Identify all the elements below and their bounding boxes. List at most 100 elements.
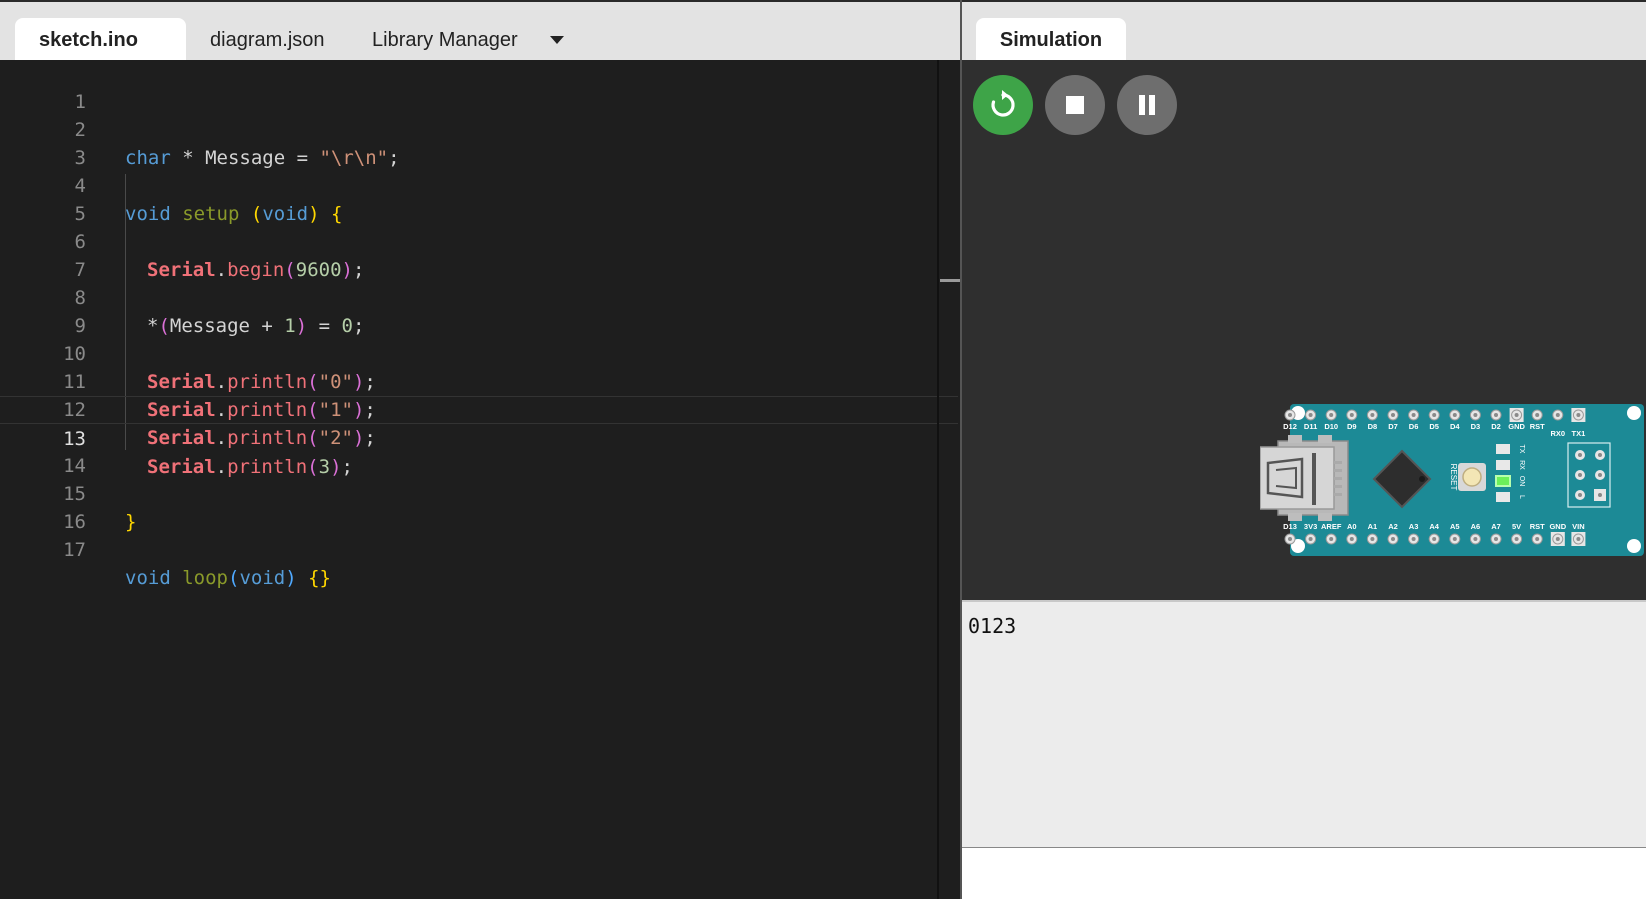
code-editor[interactable]: 1 2 char * Message = "\r\n"; 3 4 void se… (0, 60, 960, 899)
code-line-4: 4 void setup (void) { (0, 144, 958, 225)
pin-rst-hole (1535, 537, 1540, 541)
pin-a7-hole (1494, 537, 1498, 541)
pin-label-d13: D13 (1283, 522, 1297, 531)
simulation-canvas[interactable]: D12 D11 D10 D9 D8 D7 D6 D5 D4 D3 D2 GND RST RX0 TX1 D1… (962, 60, 1646, 600)
pin-label-a7: A7 (1491, 522, 1501, 531)
stop-icon (1066, 96, 1084, 114)
pin-d2-hole (1494, 413, 1498, 417)
code-line-8: 8 *(Message + 1) = 0; (0, 256, 958, 337)
pin-rx0-hole (1555, 413, 1560, 417)
pin-label-gnd: GND (1549, 522, 1566, 531)
pin-d6-hole (1411, 413, 1416, 417)
pin-a2-hole (1391, 537, 1395, 541)
l-led (1496, 492, 1510, 502)
rx-led (1496, 460, 1510, 470)
tab-diagram-json[interactable]: diagram.json (210, 18, 325, 62)
rx-label: RX (1518, 460, 1525, 470)
pin-a5-hole (1452, 537, 1457, 541)
pin-label-a3: A3 (1409, 522, 1419, 531)
tab-library-manager[interactable]: Library Manager (372, 18, 518, 62)
stop-simulation-button[interactable] (1045, 75, 1105, 135)
usb-connector (1260, 435, 1349, 521)
code-line-5: 5 (0, 172, 958, 225)
code-line-14: 14 (0, 424, 958, 477)
editor-tab-bar: sketch.ino diagram.json Library Manager (0, 0, 960, 89)
code-text: void loop(void) {} (125, 567, 331, 589)
pin-label-3v3: 3V3 (1304, 522, 1317, 531)
reset-label: RESET (1449, 464, 1458, 491)
tab-sketch-ino[interactable]: sketch.ino (15, 18, 186, 89)
code-line-13-current: 13 Serial.println(3); (0, 396, 958, 478)
pause-icon (1139, 95, 1155, 115)
pin-d11-hole (1308, 413, 1313, 417)
tab-simulation[interactable]: Simulation (976, 18, 1126, 62)
pin-aref-hole (1329, 537, 1334, 541)
arduino-nano-board[interactable]: D12 D11 D10 D9 D8 D7 D6 D5 D4 D3 D2 GND RST RX0 TX1 D1… (1260, 403, 1644, 557)
pin-rst-hole (1535, 413, 1540, 417)
tab-diagram-label: diagram.json (210, 29, 325, 51)
pin-label-a2: A2 (1388, 522, 1398, 531)
pin-label-d11: D11 (1304, 422, 1317, 431)
pin-label-a4: A4 (1429, 522, 1439, 531)
pin-label-d2: D2 (1491, 422, 1501, 431)
pin-a6-hole (1473, 537, 1478, 541)
pin-label-d5: D5 (1429, 422, 1439, 431)
pin-a0-hole (1349, 537, 1354, 541)
code-line-3: 3 (0, 116, 958, 169)
pause-simulation-button[interactable] (1117, 75, 1177, 135)
tab-sketch-label: sketch.ino (39, 29, 138, 51)
pin-label-d8: D8 (1368, 422, 1378, 431)
pin-label-d9: D9 (1347, 422, 1357, 431)
restart-simulation-button[interactable] (973, 75, 1033, 135)
code-line-17: 17 void loop(void) {} (0, 508, 958, 589)
pin-label-d4: D4 (1450, 422, 1460, 431)
pin-label-a0: A0 (1347, 522, 1357, 531)
l-label: L (1518, 495, 1525, 499)
pin-label-d6: D6 (1409, 422, 1419, 431)
simulation-pane: Simulation D12 D11 D10 D9 D8 D7 D6 D5 D4… (960, 0, 1646, 899)
pin-label-a1: A1 (1368, 522, 1378, 531)
tabs-dropdown-icon[interactable] (550, 36, 564, 44)
pin-label-rst: RST (1530, 422, 1545, 431)
pin-d12-hole (1288, 413, 1292, 417)
pin-label-aref: AREF (1321, 522, 1342, 531)
pin-label-rst: RST (1530, 522, 1545, 531)
serial-monitor-output: 0123 (962, 600, 1646, 847)
code-line-11: 11 Serial.println("1"); (0, 340, 958, 421)
pin-d8-hole (1370, 413, 1375, 417)
code-line-6: 6 Serial.begin(9600); (0, 200, 958, 281)
pin-label-a6: A6 (1471, 522, 1481, 531)
editor-scrollbar[interactable] (937, 60, 939, 899)
pin-5v-hole (1514, 537, 1519, 541)
pin-d10-hole (1329, 413, 1334, 417)
pin-tx1-hole (1576, 413, 1581, 417)
pin-a4-hole (1432, 537, 1437, 541)
pin-label-d3: D3 (1471, 422, 1481, 431)
pin-label-d12: D12 (1283, 422, 1297, 431)
pin-gnd-hole (1514, 413, 1519, 417)
pin-d9-hole (1349, 413, 1354, 417)
pin-a1-hole (1370, 537, 1375, 541)
pin-gnd-hole (1555, 537, 1560, 541)
pin-label-5v: 5V (1512, 522, 1521, 531)
pin-label-gnd: GND (1508, 422, 1525, 431)
bottom-pin-labels: D13 3V3 AREF A0 A1 A2 A3 A4 A5 A6 A7 5V RST GND VIN (1283, 522, 1585, 531)
mount-hole (1627, 539, 1641, 553)
code-line-15: 15 } (0, 452, 958, 533)
serial-monitor-input[interactable] (962, 847, 1646, 899)
mount-hole (1627, 406, 1641, 420)
pin-d5-hole (1432, 413, 1437, 417)
app-window: sketch.ino diagram.json Library Manager … (0, 0, 1646, 899)
pin-d4-hole (1452, 413, 1457, 417)
code-line-2: 2 char * Message = "\r\n"; (0, 88, 958, 169)
on-led (1495, 475, 1511, 487)
code-line-16: 16 (0, 480, 958, 533)
pin-label-vin: VIN (1572, 522, 1585, 531)
code-line-1: 1 (0, 60, 958, 113)
reset-button[interactable] (1458, 463, 1486, 491)
editor-pane: sketch.ino diagram.json Library Manager … (0, 0, 960, 899)
tx-led (1496, 444, 1510, 454)
pin-a3-hole (1411, 537, 1416, 541)
line-number: 17 (63, 539, 86, 561)
on-label: ON (1518, 476, 1525, 487)
